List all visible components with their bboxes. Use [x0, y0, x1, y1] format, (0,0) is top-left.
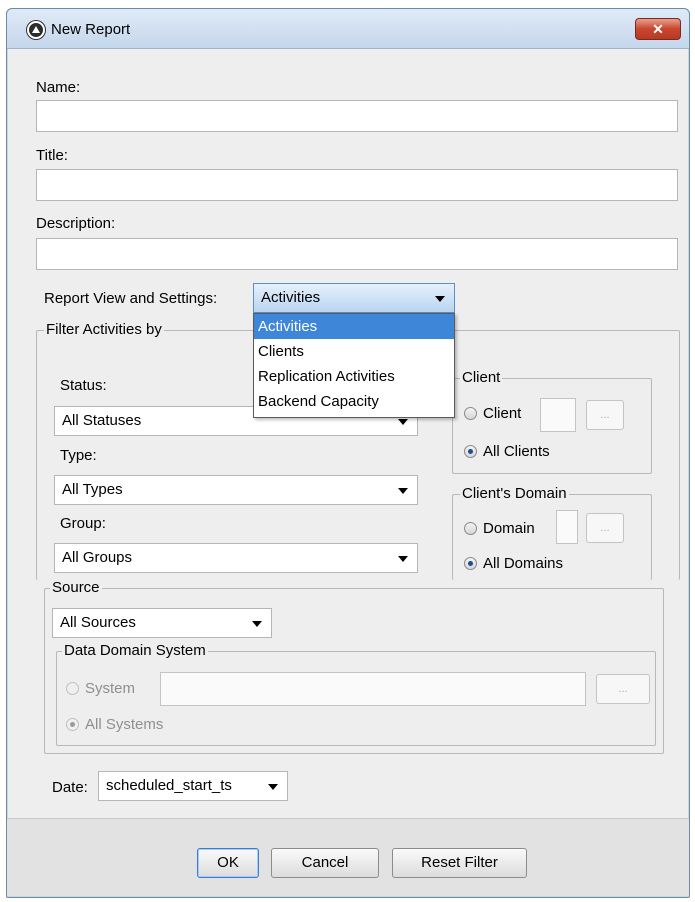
filter-activities-legend: Filter Activities by — [44, 321, 164, 338]
all-domains-radio[interactable]: All Domains — [464, 555, 563, 577]
dropdown-option-replication-activities[interactable]: Replication Activities — [254, 364, 454, 389]
type-label: Type: — [60, 447, 97, 464]
dropdown-option-backend-capacity[interactable]: Backend Capacity — [254, 389, 454, 414]
title-label: Title: — [36, 147, 68, 164]
group-value: All Groups — [62, 549, 133, 566]
system-browse-button[interactable]: ... — [596, 674, 650, 704]
radio-selected-icon — [464, 557, 477, 570]
dropdown-option-clients[interactable]: Clients — [254, 339, 454, 364]
report-view-dropdown-list: Activities Clients Replication Activitie… — [253, 313, 455, 418]
report-view-select[interactable]: Activities — [253, 283, 455, 313]
domain-value-box[interactable] — [556, 510, 578, 544]
radio-unselected-icon — [464, 522, 477, 535]
report-view-label: Report View and Settings: — [44, 290, 218, 307]
all-domains-radio-label: All Domains — [483, 555, 564, 572]
ok-button[interactable]: OK — [197, 848, 259, 878]
chevron-down-icon — [398, 556, 408, 562]
reset-filter-button[interactable]: Reset Filter — [392, 848, 527, 878]
date-value: scheduled_start_ts — [106, 777, 232, 794]
client-value-box[interactable] — [540, 398, 576, 432]
status-value: All Statuses — [62, 412, 142, 429]
client-browse-button[interactable]: ... — [586, 400, 624, 430]
chevron-down-icon — [435, 296, 445, 302]
domain-radio[interactable]: Domain — [464, 520, 535, 542]
radio-unselected-icon — [464, 407, 477, 420]
source-legend: Source — [50, 579, 102, 596]
group-label: Group: — [60, 515, 106, 532]
source-select[interactable]: All Sources — [52, 608, 272, 638]
chevron-down-icon — [252, 621, 262, 627]
client-radio[interactable]: Client — [464, 405, 521, 427]
description-label: Description: — [36, 215, 116, 232]
close-button[interactable]: ✕ — [635, 18, 681, 40]
app-logo-icon — [27, 21, 45, 39]
chevron-down-icon — [398, 488, 408, 494]
all-systems-radio-label: All Systems — [85, 716, 164, 733]
source-value: All Sources — [60, 614, 136, 631]
all-clients-radio[interactable]: All Clients — [464, 443, 550, 465]
system-radio[interactable]: System — [66, 680, 135, 702]
data-domain-system-legend: Data Domain System — [62, 642, 208, 659]
radio-selected-icon — [464, 445, 477, 458]
system-field[interactable] — [160, 672, 586, 706]
window-title: New Report — [51, 21, 131, 38]
report-view-value: Activities — [261, 289, 321, 306]
all-clients-radio-label: All Clients — [483, 443, 550, 460]
radio-selected-icon — [66, 718, 79, 731]
name-label: Name: — [36, 79, 81, 96]
domain-browse-button[interactable]: ... — [586, 513, 624, 543]
client-radio-label: Client — [483, 405, 522, 422]
radio-unselected-icon — [66, 682, 79, 695]
status-label: Status: — [60, 377, 107, 394]
title-bar: New Report ✕ — [7, 9, 689, 49]
system-radio-label: System — [85, 680, 136, 697]
chevron-down-icon — [398, 419, 408, 425]
chevron-down-icon — [268, 784, 278, 790]
all-systems-radio[interactable]: All Systems — [66, 716, 163, 738]
date-label: Date: — [52, 779, 88, 796]
date-select[interactable]: scheduled_start_ts — [98, 771, 288, 801]
client-legend: Client — [460, 369, 503, 386]
type-value: All Types — [62, 481, 123, 498]
type-select[interactable]: All Types — [54, 475, 418, 505]
description-field[interactable] — [36, 238, 678, 270]
title-field[interactable] — [36, 169, 678, 201]
client-domain-legend: Client's Domain — [460, 485, 569, 502]
dropdown-option-activities[interactable]: Activities — [254, 314, 454, 339]
group-select[interactable]: All Groups — [54, 543, 418, 573]
domain-radio-label: Domain — [483, 520, 535, 537]
cancel-button[interactable]: Cancel — [271, 848, 379, 878]
name-field[interactable] — [36, 100, 678, 132]
